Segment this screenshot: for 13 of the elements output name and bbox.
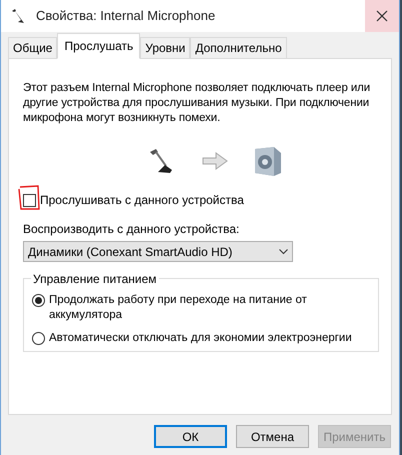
tab[interactable]: Уровни	[140, 37, 190, 58]
checkbox-label[interactable]: Прослушивать с данного устройства	[40, 191, 244, 209]
radio-label[interactable]: Продолжать работу при переходе на питание от аккумулятора	[49, 293, 378, 323]
dialog-button[interactable]: ОК	[154, 425, 227, 448]
tab[interactable]: Дополнительно	[190, 37, 287, 58]
device-dropdown[interactable]: Динамики (Conexant SmartAudio HD)	[23, 241, 293, 262]
radio-label[interactable]: Автоматически отключать для экономии электроэнергии	[49, 331, 378, 346]
field-label: Воспроизводить с данного устройства:	[23, 221, 240, 238]
window-title: Свойства: Internal Microphone	[36, 7, 216, 26]
dialog-button[interactable]: Отмена	[236, 425, 309, 448]
tab[interactable]: Прослушать	[57, 33, 140, 59]
description-text: Этот разъем Internal Microphone позволяет подключать плеер или другие устройства для прослушивания музыки. При подключении микрофона могут возникнуть помехи.	[23, 81, 372, 126]
tab[interactable]: Общие	[8, 37, 58, 58]
